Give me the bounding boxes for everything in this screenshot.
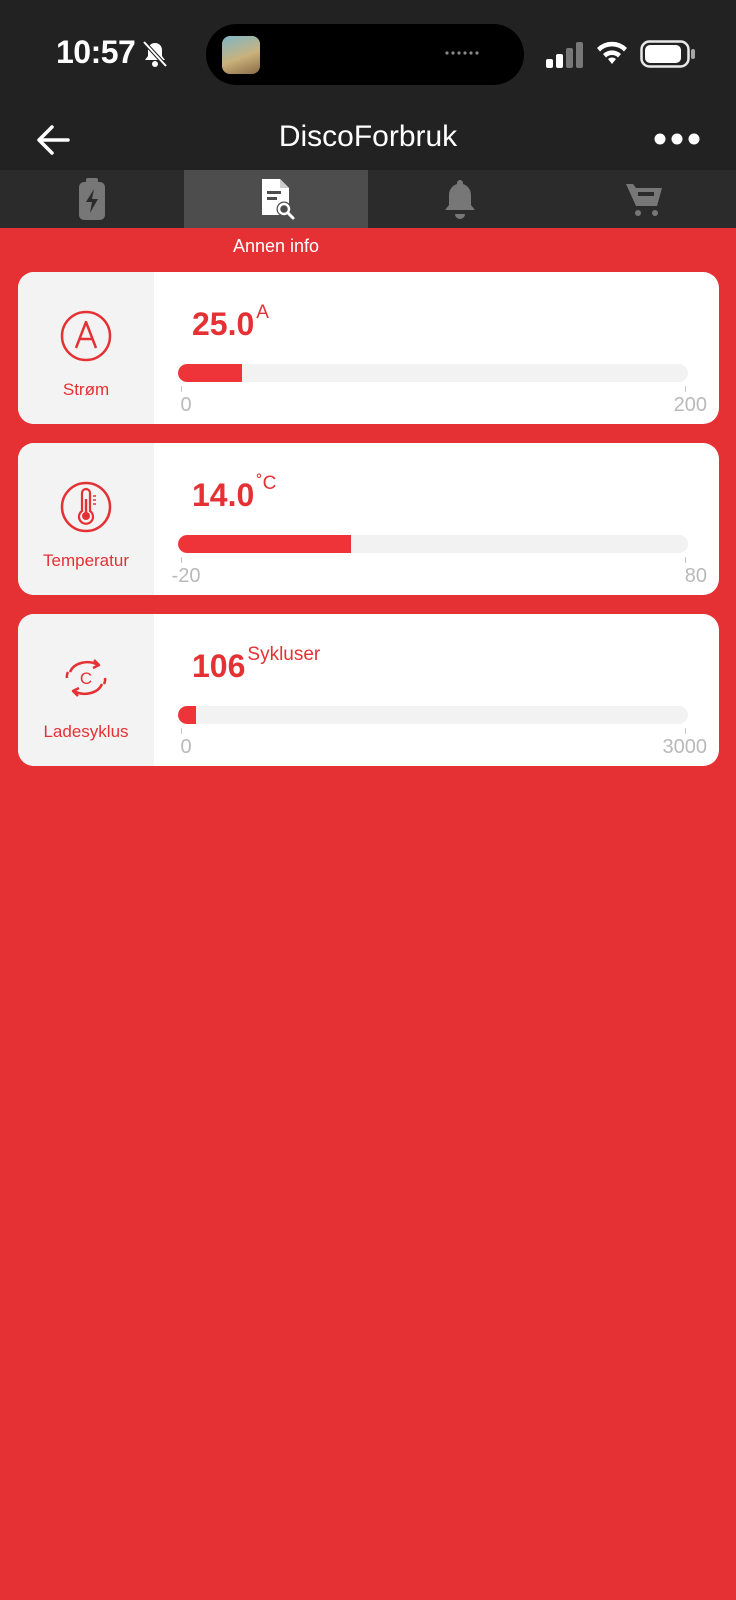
ampere-icon <box>60 310 112 362</box>
max-tick <box>685 386 686 392</box>
navigation-bar: DiscoForbruk <box>0 108 736 170</box>
card-icon-panel: C Ladesyklus <box>18 614 154 766</box>
active-tab-label: Annen info <box>232 236 320 256</box>
progress-track <box>178 364 688 382</box>
current-card: Strøm 25.0 A 0 200 <box>18 272 719 424</box>
max-label: 80 <box>684 565 707 587</box>
max-label: 200 <box>673 394 707 416</box>
status-time: 10:57 <box>56 34 136 70</box>
card-label: Strøm <box>62 380 110 399</box>
value-unit: A <box>256 302 269 323</box>
svg-text:C: C <box>80 669 92 688</box>
progress-fill <box>178 364 242 382</box>
tab-bar <box>0 170 736 228</box>
min-tick <box>181 557 182 563</box>
cart-icon <box>626 184 662 216</box>
card-label: Ladesyklus <box>43 722 129 741</box>
cellular-signal-icon <box>546 42 583 68</box>
current-value: 25.0 A <box>192 302 269 342</box>
progress-track <box>178 706 688 724</box>
bell-muted-icon <box>142 40 168 68</box>
progress-fill <box>178 535 352 553</box>
value-unit: ˚C <box>256 473 277 494</box>
battery-charging-icon <box>79 178 105 220</box>
battery-icon <box>640 40 695 68</box>
value-unit: Sykluser <box>247 644 321 665</box>
status-bar: 10:57 <box>0 0 736 108</box>
bell-icon <box>445 180 475 219</box>
audio-dots-icon <box>445 51 479 55</box>
wifi-icon <box>597 41 627 64</box>
cycle-icon: C <box>65 659 107 697</box>
thermometer-icon <box>60 481 112 533</box>
progress-fill <box>178 706 196 724</box>
document-search-icon <box>262 179 295 220</box>
card-label: Temperatur <box>43 551 129 570</box>
max-label: 3000 <box>662 736 708 758</box>
tab-alerts[interactable] <box>368 170 552 228</box>
min-tick <box>181 728 182 734</box>
card-icon-panel: Temperatur <box>18 443 154 595</box>
page-title: DiscoForbruk <box>278 120 458 153</box>
min-label: 0 <box>180 394 192 416</box>
charge-cycle-card: C Ladesyklus 106 Sykluser 0 3000 <box>18 614 719 766</box>
card-icon-panel: Strøm <box>18 272 154 424</box>
tab-battery[interactable] <box>0 170 184 228</box>
temperature-value: 14.0 ˚C <box>192 473 277 513</box>
min-label: 0 <box>180 736 192 758</box>
more-options-icon[interactable] <box>654 124 700 154</box>
temperature-card: Temperatur 14.0 ˚C -20 80 <box>18 443 719 595</box>
tab-other-info[interactable] <box>184 170 368 228</box>
cycle-count-value: 106 Sykluser <box>192 644 321 684</box>
progress-track <box>178 535 688 553</box>
now-playing-artwork <box>222 36 260 74</box>
tab-shop[interactable] <box>552 170 736 228</box>
dynamic-island[interactable] <box>206 24 524 85</box>
min-tick <box>181 386 182 392</box>
min-label: -20 <box>171 565 201 587</box>
max-tick <box>685 557 686 563</box>
max-tick <box>685 728 686 734</box>
